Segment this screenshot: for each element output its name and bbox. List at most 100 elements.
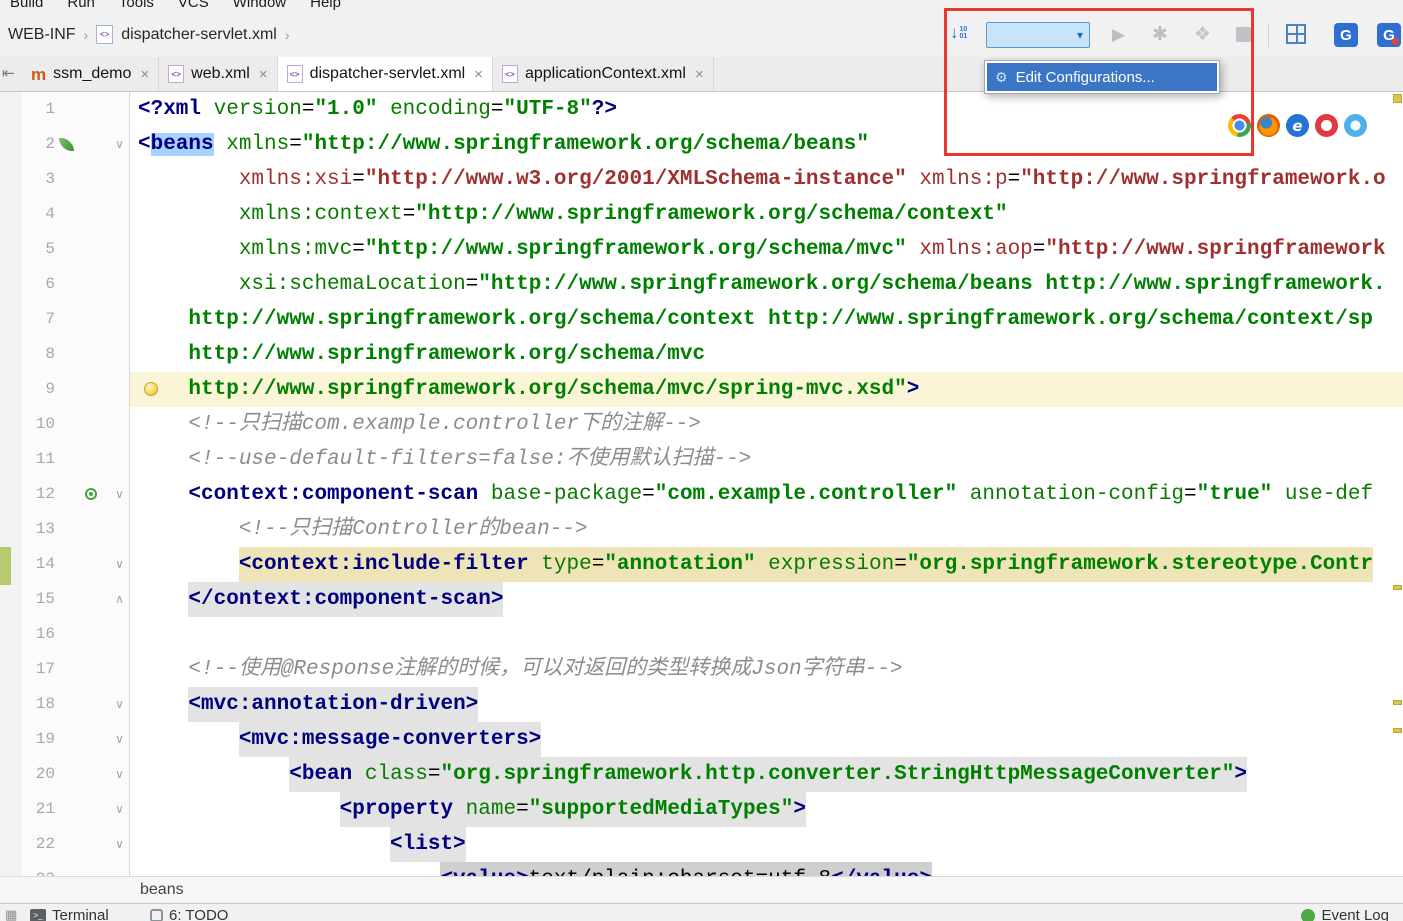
toolbox-icon[interactable]: ▦ <box>5 907 17 921</box>
line-filler <box>932 862 1403 876</box>
editor-tab[interactable]: <> dispatcher-servlet.xml × <box>277 57 493 91</box>
browser-safari-icon[interactable] <box>1344 114 1367 137</box>
xml-file-icon: <> <box>96 25 114 44</box>
run-button[interactable]: ▶ <box>1112 25 1125 45</box>
input-method-icon[interactable]: G <box>1334 23 1358 47</box>
editor-tab[interactable]: m ssm_demo × <box>22 57 160 91</box>
token: "http://www.springframework <box>1045 238 1386 261</box>
code-line[interactable]: 15 ∧ </context:component-scan> <box>22 582 1403 617</box>
menu-run[interactable]: Run <box>67 0 95 13</box>
breadcrumb-folder[interactable]: WEB-INF <box>8 26 76 44</box>
gutter-cell <box>55 372 130 407</box>
token: = <box>490 98 504 121</box>
code-line[interactable]: 3 xmlns:xsi="http://www.w3.org/2001/XMLS… <box>22 162 1403 197</box>
menu-build[interactable]: Build <box>10 0 43 13</box>
fold-icon[interactable]: ∨ <box>112 127 127 162</box>
gutter-cell: ∨ <box>55 547 130 582</box>
code-line[interactable]: 16 <box>22 617 1403 652</box>
hide-tabs-arrow-icon[interactable]: ⇤ <box>2 64 15 82</box>
code-line[interactable]: 14 ∨ <context:include-filter type="annota… <box>22 547 1403 582</box>
menu-vcs[interactable]: VCS <box>178 0 209 13</box>
token: "1.0" <box>314 98 378 121</box>
event-log-button[interactable]: Event Log <box>1301 907 1389 921</box>
vcs-change-marker[interactable] <box>0 547 11 585</box>
code-body: <context:component-scan base-package="co… <box>130 477 1403 512</box>
breadcrumb-tag[interactable]: beans <box>140 881 184 899</box>
code-text: <context:include-filter type="annotation… <box>238 547 1374 582</box>
code-line[interactable]: 4 xmlns:context="http://www.springframew… <box>22 197 1403 232</box>
fold-icon[interactable]: ∨ <box>112 792 127 827</box>
editor-tab[interactable]: <> web.xml × <box>159 57 278 91</box>
warning-stripe-mark[interactable] <box>1393 585 1402 590</box>
code-area[interactable]: 1 <?xml version="1.0" encoding="UTF-8"?> 2… <box>22 92 1403 876</box>
spring-scan-icon[interactable] <box>85 488 97 500</box>
tab-close-icon[interactable]: × <box>140 66 149 83</box>
spring-bean-icon[interactable] <box>58 135 75 154</box>
stop-button[interactable] <box>1236 27 1251 42</box>
arrow-down-numbers-icon[interactable]: ↓ 10 01 <box>950 23 967 43</box>
editor-tab[interactable]: <> applicationContext.xml × <box>493 57 714 91</box>
input-method-icon[interactable]: G <box>1377 23 1401 47</box>
fold-icon[interactable]: ∨ <box>112 547 127 582</box>
line-filler <box>1247 757 1403 792</box>
tab-close-icon[interactable]: × <box>259 66 268 83</box>
gutter-cell <box>55 232 130 267</box>
code-line[interactable]: 13 <!--只扫描Controller的bean--> <box>22 512 1403 547</box>
code-line[interactable]: 17 <!--使用@Response注解的时候，可以对返回的类型转换成Json字… <box>22 652 1403 687</box>
run-configuration-select[interactable]: ▾ <box>986 22 1090 48</box>
code-line[interactable]: 1 <?xml version="1.0" encoding="UTF-8"?> <box>22 92 1403 127</box>
warning-stripe-mark[interactable] <box>1393 94 1402 103</box>
tab-close-icon[interactable]: × <box>474 66 483 83</box>
token: type <box>541 553 592 576</box>
code-line[interactable]: 20 ∨ <bean class="org.springframework.htt… <box>22 757 1403 792</box>
code-line[interactable]: 12 ∨ <context:component-scan base-package… <box>22 477 1403 512</box>
fold-icon[interactable]: ∨ <box>112 757 127 792</box>
token: "org.springframework.stereotype.Contr <box>906 553 1374 576</box>
code-editor[interactable]: 1 <?xml version="1.0" encoding="UTF-8"?> 2… <box>0 92 1403 876</box>
event-log-label: Event Log <box>1321 907 1389 921</box>
todo-button[interactable]: 6: TODO <box>150 907 228 921</box>
code-line[interactable]: 23 <value>text/plain;charset=utf-8</valu… <box>22 862 1403 876</box>
menu-tools[interactable]: Tools <box>119 0 154 13</box>
code-line[interactable]: 18 ∨ <mvc:annotation-driven> <box>22 687 1403 722</box>
menu-item-edit-configurations[interactable]: ⚙ Edit Configurations... <box>987 63 1217 91</box>
fold-icon[interactable]: ∨ <box>112 827 127 862</box>
token: <value> <box>440 868 528 876</box>
window-grid-icon[interactable] <box>1286 24 1306 44</box>
menu-bar: Build Run Tools VCS Window Help <box>0 0 1403 13</box>
code-line[interactable]: 9 http://www.springframework.org/schema/… <box>22 372 1403 407</box>
code-line[interactable]: 19 ∨ <mvc:message-converters> <box>22 722 1403 757</box>
token: </context:component-scan> <box>188 588 504 611</box>
fold-icon[interactable]: ∨ <box>112 477 127 512</box>
warning-stripe-mark[interactable] <box>1393 728 1402 733</box>
fold-icon[interactable]: ∨ <box>112 722 127 757</box>
browser-opera-icon[interactable] <box>1315 114 1338 137</box>
code-line[interactable]: 6 xsi:schemaLocation="http://www.springf… <box>22 267 1403 302</box>
breadcrumb-file[interactable]: dispatcher-servlet.xml <box>121 26 277 44</box>
token: class <box>364 763 428 786</box>
code-line[interactable]: 2 ∨ <beans xmlns="http://www.springframewo… <box>22 127 1403 162</box>
code-line[interactable]: 10 <!--只扫描com.example.controller下的注解--> <box>22 407 1403 442</box>
tab-close-icon[interactable]: × <box>695 66 704 83</box>
menu-help[interactable]: Help <box>310 0 341 13</box>
code-line[interactable]: 8 http://www.springframework.org/schema/… <box>22 337 1403 372</box>
coverage-button[interactable]: ✱ <box>1152 23 1168 46</box>
code-line[interactable]: 5 xmlns:mvc="http://www.springframework.… <box>22 232 1403 267</box>
code-line[interactable]: 11 <!--use-default-filters=false:不使用默认扫描… <box>22 442 1403 477</box>
code-line[interactable]: 21 ∨ <property name="supportedMediaTypes"… <box>22 792 1403 827</box>
fold-icon[interactable]: ∧ <box>112 582 127 617</box>
fold-icon[interactable]: ∨ <box>112 687 127 722</box>
warning-stripe-mark[interactable] <box>1393 700 1402 705</box>
intention-bulb-icon[interactable] <box>144 382 158 396</box>
browser-firefox-icon[interactable] <box>1257 114 1280 137</box>
profile-button[interactable]: ❖ <box>1194 23 1211 46</box>
code-line[interactable]: 22 ∨ <list> <box>22 827 1403 862</box>
navigation-bar: WEB-INF › <> dispatcher-servlet.xml › ↓ … <box>0 13 1403 57</box>
browser-chrome-icon[interactable] <box>1228 114 1251 137</box>
code-line[interactable]: 7 http://www.springframework.org/schema/… <box>22 302 1403 337</box>
menu-window[interactable]: Window <box>233 0 286 13</box>
terminal-button[interactable]: >_ Terminal <box>30 907 109 921</box>
browser-ie-icon[interactable]: e <box>1286 114 1309 137</box>
